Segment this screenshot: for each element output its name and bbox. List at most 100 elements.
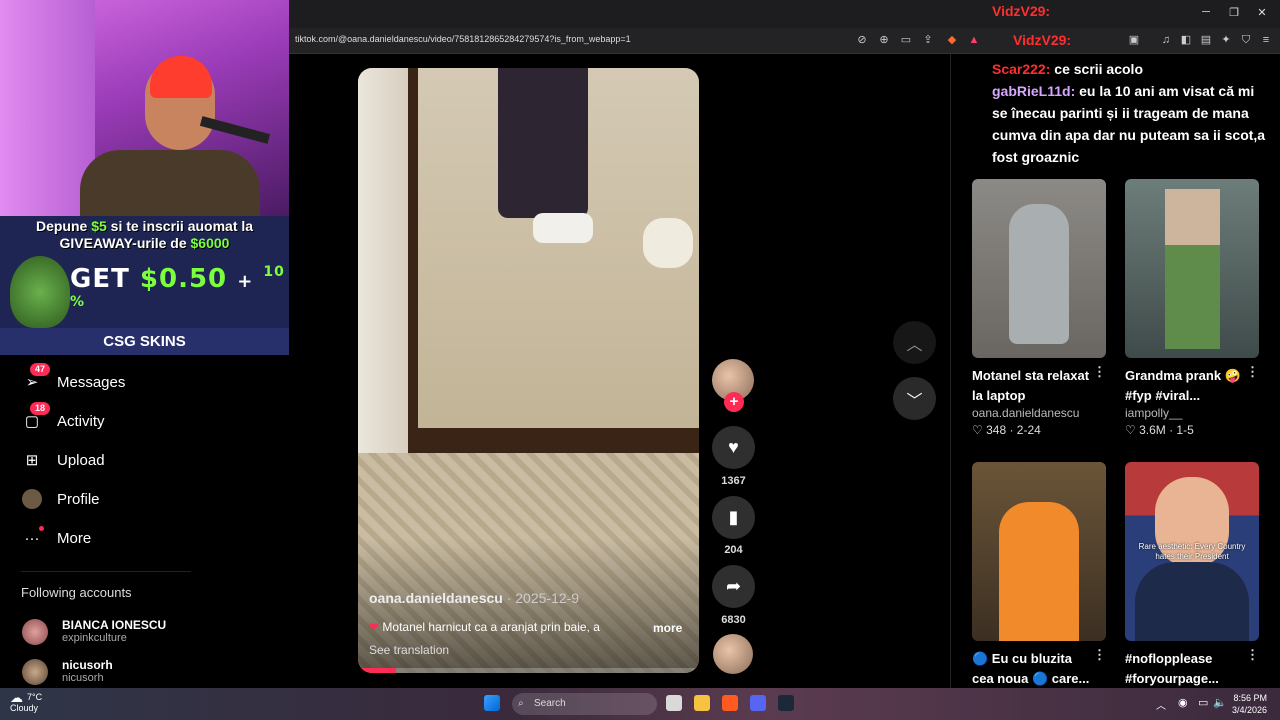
steam-icon[interactable]: [778, 695, 794, 711]
video-progress[interactable]: [358, 668, 699, 673]
inbox-icon: ▢ 18: [22, 402, 51, 431]
following-account[interactable]: nicusorh nicusorh: [22, 658, 113, 685]
chat-name-overlay: VidzV29:: [1013, 32, 1072, 48]
start-button[interactable]: [484, 695, 500, 711]
save-button[interactable]: ▮: [712, 496, 755, 539]
sidebar-item-more[interactable]: ··· More: [22, 526, 91, 550]
thumbnail: [1125, 179, 1259, 358]
windows-taskbar: ☁ 7°C Cloudy ⌕ Search ︿ ◉ ▭ 🔈 8:56 PM 3/4/2…: [0, 688, 1280, 720]
bookmark-icon: ▮: [728, 507, 739, 527]
video-slippers: [643, 218, 693, 268]
video-player[interactable]: oana.danieldanescu · 2025-12-9 ❤ Motanel…: [358, 68, 699, 673]
avatar: [22, 618, 48, 645]
card-menu-icon[interactable]: ⋮: [1246, 647, 1259, 663]
share-button[interactable]: ➦: [712, 565, 755, 608]
sidebar-item-upload[interactable]: ⊞ Upload: [22, 448, 105, 472]
discord-icon[interactable]: [750, 695, 766, 711]
address-bar[interactable]: tiktok.com/@oana.danieldanescu/video/758…: [289, 28, 1280, 54]
taskbar-search[interactable]: ⌕ Search: [512, 693, 657, 715]
sidebar-item-activity[interactable]: ▢ 18 Activity: [22, 402, 105, 433]
promo-text: Depune $5 si te inscrii auomat la GIVEAW…: [35, 218, 254, 251]
vpn-icon[interactable]: ⛉: [1239, 33, 1253, 47]
streamer-beanie: [150, 56, 212, 98]
search-icon: ⌕: [518, 698, 524, 709]
recommendation-card[interactable]: Rare aesthetic: Every Country hates thei…: [1125, 462, 1259, 689]
save-count: 204: [724, 544, 743, 556]
promo-brand: CSG SKINS: [0, 328, 289, 355]
avatar-icon: [22, 489, 42, 509]
card-menu-icon[interactable]: ⋮: [1093, 364, 1106, 380]
stream-chat: Scar222: ce scrii acolo gabRieL11d: eu l…: [992, 58, 1272, 168]
following-title: Following accounts: [21, 585, 132, 600]
close-icon[interactable]: ✕: [1252, 6, 1272, 19]
video-progress-fill: [358, 668, 396, 673]
media-icon[interactable]: ♫: [1159, 33, 1173, 47]
brave-shield-icon[interactable]: ◆: [945, 33, 959, 47]
streamer-body: [80, 150, 260, 216]
previous-video-button[interactable]: ︿: [893, 321, 936, 364]
more-button[interactable]: more: [653, 621, 682, 635]
promo-offer: GET $0.50 + 10 %: [70, 264, 285, 310]
chat-name-top: VidzV29:: [992, 3, 1051, 19]
sidebar-icon[interactable]: ◧: [1179, 33, 1193, 47]
mascot-icon: [10, 256, 70, 328]
heart-icon: ♥: [728, 437, 739, 457]
streamer-webcam: [0, 0, 289, 216]
video-description: ❤ Motanel harnicut ca a aranjat prin bai…: [369, 620, 600, 634]
translate-icon[interactable]: ⊘: [855, 33, 869, 47]
share-count: 6830: [721, 614, 746, 626]
maximize-icon[interactable]: ❐: [1224, 6, 1244, 19]
cast-icon[interactable]: ▭: [899, 33, 913, 47]
volume-icon[interactable]: 🔈: [1213, 696, 1227, 709]
panel-divider: [950, 54, 951, 688]
chat-message: Scar222: ce scrii acolo: [992, 61, 1143, 77]
following-account[interactable]: BIANCA IONESCU expinkculture: [22, 618, 166, 645]
sponsor-banner: Depune $5 si te inscrii auomat la GIVEAW…: [0, 216, 289, 355]
ellipsis-icon: ···: [22, 526, 44, 548]
sound-avatar[interactable]: [713, 634, 753, 674]
url-text[interactable]: tiktok.com/@oana.danieldanescu/video/758…: [295, 34, 631, 44]
video-mirror: [358, 68, 699, 453]
tab-icon[interactable]: ▣: [1127, 33, 1141, 47]
cloud-icon: ☁: [10, 690, 23, 705]
video-socks: [533, 213, 593, 243]
file-explorer-icon[interactable]: [694, 695, 710, 711]
clock[interactable]: 8:56 PM 3/4/2026: [1232, 692, 1267, 716]
chevron-up-icon[interactable]: ︿: [1156, 697, 1166, 712]
chevron-down-icon: ﹀: [906, 392, 923, 410]
minimize-icon[interactable]: ─: [1196, 6, 1216, 18]
video-author[interactable]: oana.danieldanescu · 2025-12-9: [369, 590, 579, 606]
thumbnail: [972, 462, 1106, 641]
sidebar-item-profile[interactable]: Profile: [22, 487, 100, 511]
see-translation-link[interactable]: See translation: [369, 643, 449, 657]
leo-icon[interactable]: ✦: [1219, 33, 1233, 47]
menu-icon[interactable]: ≡: [1259, 33, 1273, 47]
card-menu-icon[interactable]: ⋮: [1093, 647, 1106, 663]
wallet-icon[interactable]: ▤: [1199, 33, 1213, 47]
avatar: [22, 658, 48, 685]
recommendation-card[interactable]: Motanel sta relaxat la laptop ⋮ oana.dan…: [972, 179, 1106, 437]
recommendation-card[interactable]: 🔵 Eu cu bluzita cea noua 🔵 care... ⋮: [972, 462, 1106, 689]
task-view-icon[interactable]: [666, 695, 682, 711]
zoom-icon[interactable]: ⊕: [877, 33, 891, 47]
weather-widget[interactable]: ☁ 7°C Cloudy: [10, 690, 42, 714]
next-video-button[interactable]: ﹀: [893, 377, 936, 420]
follow-button[interactable]: +: [724, 392, 744, 412]
rewards-icon[interactable]: ▲: [967, 33, 981, 47]
network-icon[interactable]: ▭: [1198, 696, 1208, 709]
sidebar-item-messages[interactable]: ➢ 47 Messages: [22, 363, 125, 394]
chat-message: gabRieL11d: eu la 10 ani am visat că mi …: [992, 83, 1266, 165]
thumbnail: Rare aesthetic: Every Country hates thei…: [1125, 462, 1259, 641]
like-button[interactable]: ♥: [712, 426, 755, 469]
brave-icon[interactable]: [722, 695, 738, 711]
card-menu-icon[interactable]: ⋮: [1246, 364, 1259, 380]
chevron-up-icon: ︿: [906, 336, 923, 354]
like-count: 1367: [721, 475, 746, 487]
location-icon[interactable]: ◉: [1178, 696, 1188, 709]
plus-square-icon: ⊞: [25, 452, 39, 469]
share-icon[interactable]: ⇪: [921, 33, 935, 47]
thumbnail: [972, 179, 1106, 358]
send-icon: ➢ 47: [22, 363, 51, 392]
sidebar-divider: [21, 571, 191, 572]
recommendation-card[interactable]: Grandma prank 🤪 #fyp #viral... ⋮ iampoll…: [1125, 179, 1259, 437]
